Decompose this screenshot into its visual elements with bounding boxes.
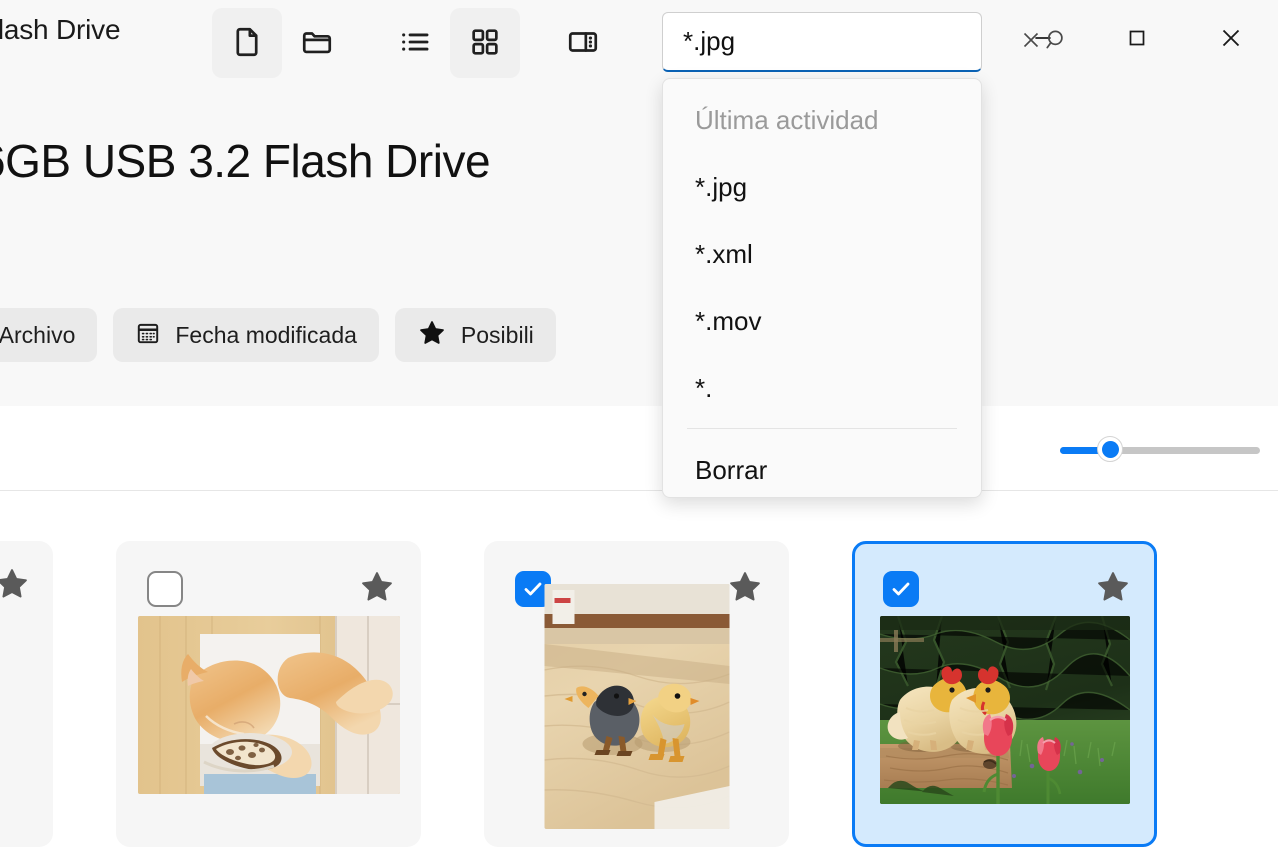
search-box[interactable]	[662, 12, 1063, 72]
page-title: 6GB USB 3.2 Flash Drive	[0, 135, 491, 187]
file-icon	[230, 25, 264, 62]
file-checkbox[interactable]	[883, 571, 919, 607]
view-toolbar	[212, 8, 618, 78]
file-card-partial[interactable]	[0, 541, 53, 847]
details-pane-icon	[566, 25, 600, 62]
title-bar: 2 Flash Drive	[0, 0, 1278, 86]
search-icon	[1044, 27, 1070, 56]
chip-starred-label: Posibili	[460, 321, 534, 348]
suggestion-item[interactable]: *.mov	[663, 288, 981, 355]
file-thumbnail	[879, 616, 1130, 804]
clear-search-button[interactable]	[1018, 23, 1044, 61]
file-thumbnail	[544, 584, 729, 829]
file-explorer-window: 2 Flash Drive	[0, 0, 1278, 852]
dropdown-header: Última actividad	[695, 105, 879, 135]
search-submit-button[interactable]	[1044, 23, 1070, 61]
star-icon[interactable]	[1094, 568, 1132, 606]
file-card-chicks[interactable]	[484, 541, 789, 847]
folder-icon-button[interactable]	[282, 8, 352, 78]
star-icon[interactable]	[0, 565, 31, 603]
window-title: 2 Flash Drive	[0, 14, 121, 45]
chip-file-size[interactable]: ño de Archivo	[0, 308, 98, 362]
file-icon-button[interactable]	[212, 8, 282, 78]
search-suggestions-dropdown: Última actividad *.jpg *.xml *.mov *. Bo…	[662, 78, 982, 498]
file-checkbox[interactable]	[147, 571, 183, 607]
view-options-bar	[0, 406, 1278, 491]
check-icon	[524, 582, 542, 596]
chip-date-modified[interactable]: Fecha modificada	[113, 308, 379, 362]
file-card-cat[interactable]	[116, 541, 421, 847]
clear-history-button[interactable]: Borrar	[663, 435, 981, 504]
filter-chip-row: ño de Archivo Fecha modificada	[0, 308, 556, 362]
file-thumbnail	[137, 616, 400, 794]
star-icon[interactable]	[726, 568, 764, 606]
slider-thumb[interactable]	[1097, 436, 1123, 462]
chip-file-size-label: ño de Archivo	[0, 321, 76, 348]
close-icon	[1018, 27, 1044, 56]
toolbar-gap	[352, 43, 380, 44]
folder-icon	[300, 25, 334, 62]
grid-view-button[interactable]	[450, 8, 520, 78]
search-input[interactable]	[683, 26, 1018, 57]
grid-view-icon	[468, 25, 502, 62]
chip-starred[interactable]: Posibili	[394, 308, 556, 362]
dropdown-divider	[687, 428, 957, 429]
maximize-icon	[1124, 25, 1150, 54]
list-view-icon	[398, 25, 432, 62]
thumbnail-size-slider[interactable]	[1060, 436, 1260, 462]
star-icon	[417, 318, 447, 353]
page-header: 6GB USB 3.2 Flash Drive ño de Archivo Fe…	[0, 86, 1278, 406]
maximize-button[interactable]	[1090, 8, 1184, 70]
suggestion-item[interactable]: *.xml	[663, 221, 981, 288]
close-icon	[1216, 23, 1246, 56]
toolbar-gap-2	[520, 43, 548, 44]
file-card-hens[interactable]	[852, 541, 1157, 847]
list-view-button[interactable]	[380, 8, 450, 78]
close-button[interactable]	[1184, 8, 1278, 70]
check-icon	[892, 582, 910, 596]
calendar-icon	[135, 320, 161, 351]
chip-date-modified-label: Fecha modificada	[175, 321, 357, 348]
suggestion-item[interactable]: *.	[663, 355, 981, 422]
file-grid	[0, 491, 1278, 852]
details-pane-button[interactable]	[548, 8, 618, 78]
suggestion-item[interactable]: *.jpg	[663, 154, 981, 221]
star-icon[interactable]	[358, 568, 396, 606]
